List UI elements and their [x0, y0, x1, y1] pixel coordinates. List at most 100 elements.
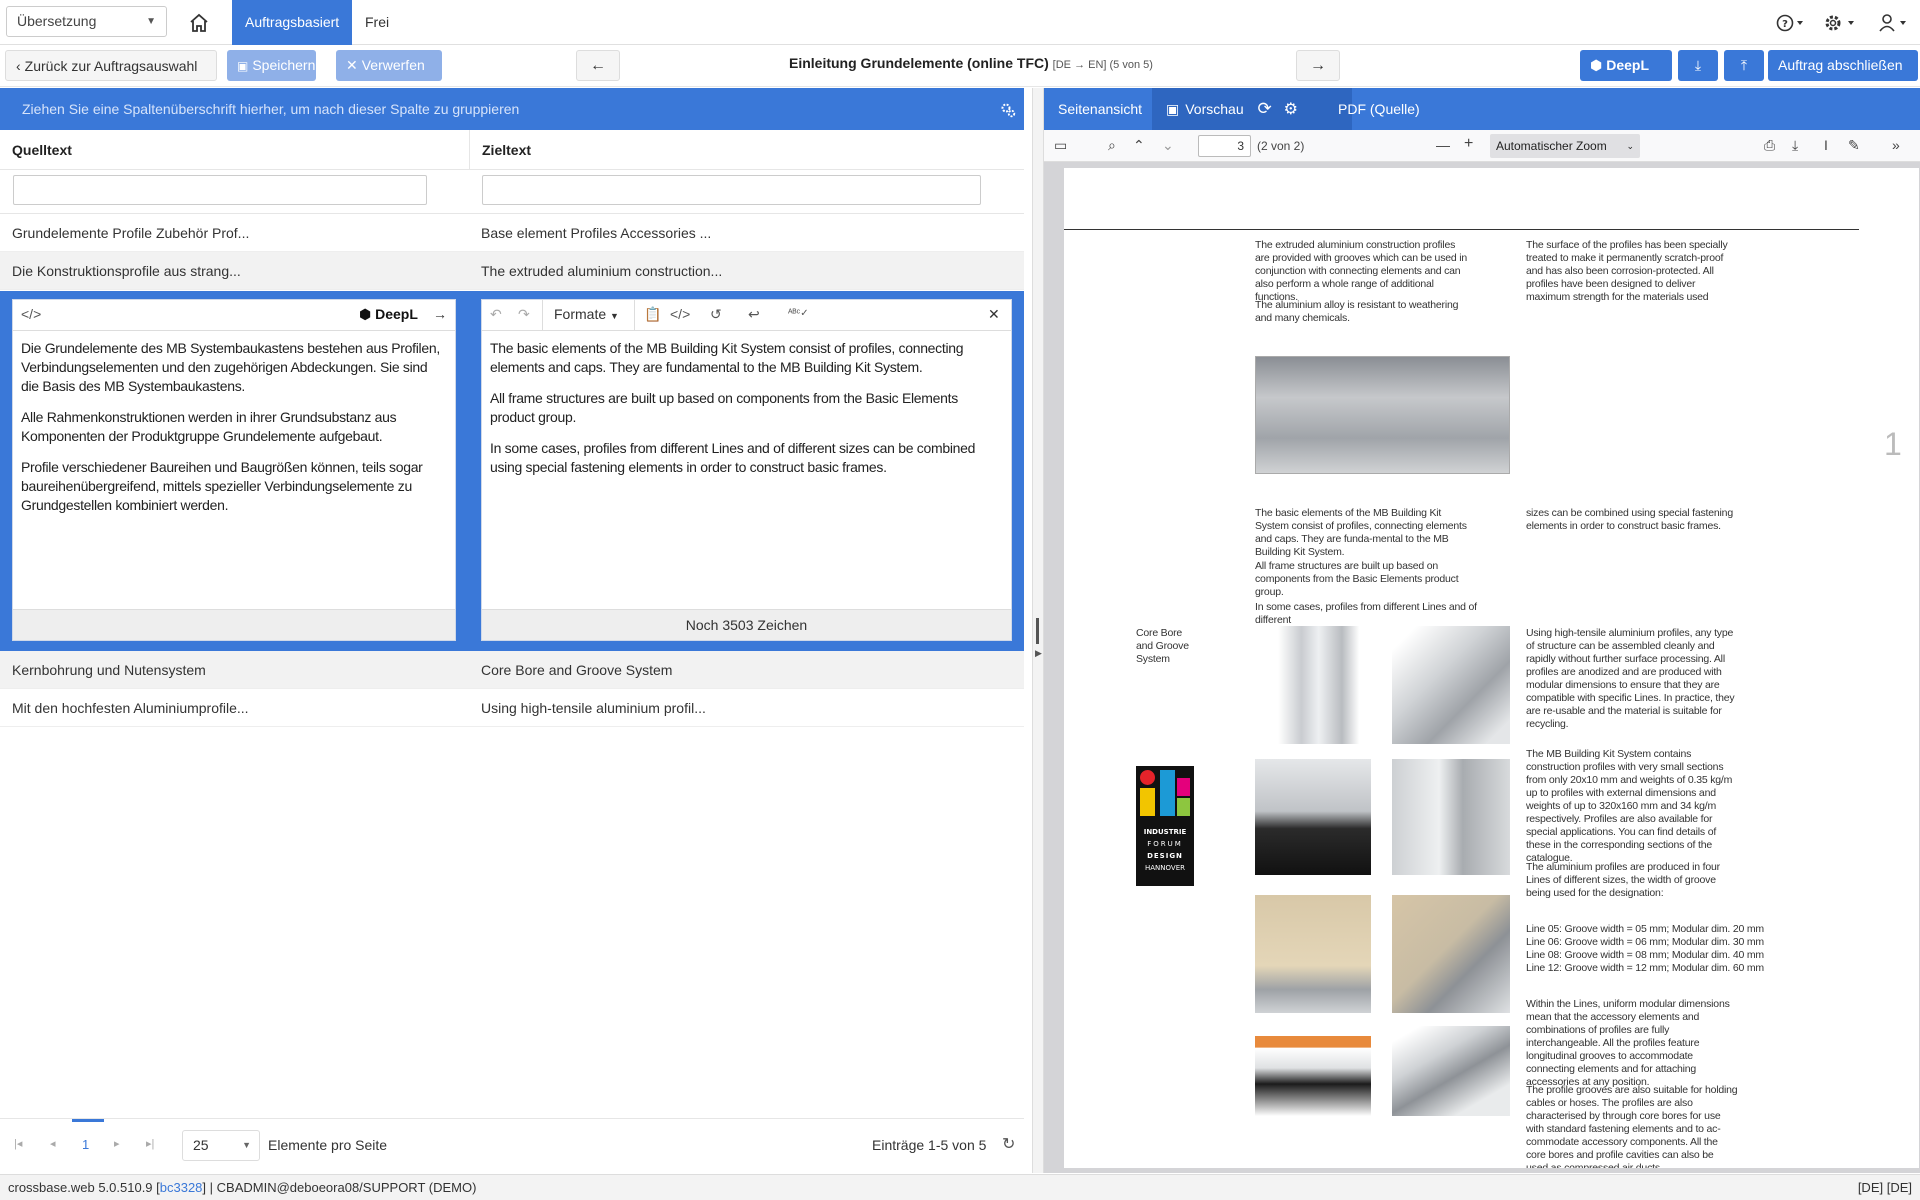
- profile-connector-photo: [1392, 626, 1510, 744]
- gear-icon[interactable]: ⚙: [1284, 101, 1298, 118]
- next-page-icon[interactable]: ▸: [114, 1137, 120, 1150]
- tab-preview[interactable]: ▣ Vorschau ⟳ ⚙: [1152, 88, 1352, 130]
- machine-frame-photo: [1255, 356, 1510, 474]
- pdf-text: In some cases, profiles from different L…: [1255, 601, 1477, 626]
- undo-icon[interactable]: ↶: [490, 306, 502, 323]
- save-button[interactable]: ▣ Speichern: [227, 50, 316, 81]
- search-icon[interactable]: ⌕: [1108, 137, 1116, 154]
- mode-select[interactable]: Übersetzung ▼: [6, 6, 167, 37]
- code-tags-icon[interactable]: </>: [670, 306, 690, 322]
- close-icon[interactable]: ✕: [988, 306, 1000, 323]
- source-cell: Kernbohrung und Nutensystem: [12, 662, 206, 678]
- discard-button[interactable]: ✕ Verwerfen: [336, 50, 442, 81]
- tab-pdf-source[interactable]: PDF (Quelle): [1324, 88, 1434, 130]
- deepl-button-label: DeepL: [1606, 57, 1650, 73]
- close-icon: ✕: [346, 57, 358, 73]
- tab-auftragsbasiert[interactable]: Auftragsbasiert: [232, 0, 353, 45]
- remaining-chars: Noch 3503 Zeichen: [482, 609, 1011, 640]
- pdf-text: The surface of the profiles has been spe…: [1526, 239, 1728, 303]
- source-filter-input[interactable]: [13, 175, 427, 205]
- pdf-text: The aluminium alloy is resistant to weat…: [1255, 299, 1459, 324]
- download-button[interactable]: ⤓: [1678, 50, 1718, 81]
- refresh-icon[interactable]: ⟳: [1258, 99, 1272, 118]
- table-row[interactable]: Die Konstruktionsprofile aus strang... T…: [0, 252, 1024, 290]
- build-link[interactable]: bc3328: [160, 1180, 203, 1195]
- reset-icon[interactable]: ↺: [710, 306, 722, 323]
- column-header-source[interactable]: Quelltext: [0, 130, 470, 170]
- splitter-handle[interactable]: [1036, 618, 1039, 644]
- page-title: Einleitung Grundelemente (online TFC) [D…: [789, 55, 1153, 71]
- target-paragraph: The basic elements of the MB Building Ki…: [490, 340, 964, 375]
- logo-blue-bar: [1160, 770, 1175, 816]
- entries-count: Einträge 1-5 von 5: [872, 1137, 987, 1153]
- deepl-source-button[interactable]: ⬢ DeepL: [359, 306, 418, 323]
- target-text[interactable]: The basic elements of the MB Building Ki…: [490, 339, 1003, 489]
- mode-select-value: Übersetzung: [17, 13, 97, 29]
- prev-page-icon[interactable]: ◂: [50, 1137, 56, 1150]
- pen-icon[interactable]: ✎: [1848, 137, 1860, 154]
- reply-icon[interactable]: ↩: [748, 306, 760, 323]
- paste-icon[interactable]: 📋: [644, 306, 661, 323]
- panel-splitter[interactable]: ▶: [1032, 88, 1044, 1173]
- deepl-button[interactable]: ⬢ DeepL: [1580, 50, 1672, 81]
- pdf-viewport[interactable]: The extruded aluminium construction prof…: [1044, 162, 1920, 1173]
- prev-arrow-button[interactable]: ←: [576, 50, 620, 81]
- table-row[interactable]: Grundelemente Profile Zubehör Prof... Ba…: [0, 214, 1024, 252]
- arrow-right-icon[interactable]: →: [433, 306, 447, 322]
- help-icon[interactable]: ?: [1776, 12, 1806, 34]
- upload-button[interactable]: ⤒: [1724, 50, 1764, 81]
- tab-frei[interactable]: Frei: [352, 0, 402, 45]
- table-row[interactable]: Kernbohrung und Nutensystem Core Bore an…: [0, 651, 1024, 689]
- target-paragraph: In some cases, profiles from different L…: [490, 440, 976, 475]
- chevron-down-icon: ⌄: [1626, 141, 1634, 151]
- edit-row: </> ⬢ DeepL → Die Grundelemente des MB S…: [0, 291, 1024, 651]
- finish-job-button[interactable]: Auftrag abschließen: [1768, 50, 1918, 81]
- tab-page-view[interactable]: Seitenansicht: [1044, 88, 1156, 130]
- zoom-out-icon[interactable]: —: [1436, 137, 1450, 153]
- print-icon[interactable]: ⎙: [1764, 137, 1775, 154]
- user-icon[interactable]: [1878, 12, 1912, 34]
- zoom-in-icon[interactable]: +: [1464, 135, 1473, 153]
- spellcheck-icon[interactable]: ᴬᴮᶜ✓: [788, 308, 809, 319]
- source-cell: Grundelemente Profile Zubehör Prof...: [12, 225, 250, 241]
- double-chevron-right-icon[interactable]: »: [1892, 137, 1900, 153]
- table-row[interactable]: Mit den hochfesten Aluminiumprofile... U…: [0, 689, 1024, 727]
- first-page-icon[interactable]: |◂: [14, 1137, 22, 1150]
- current-page[interactable]: 1: [82, 1137, 89, 1152]
- chevron-up-icon[interactable]: ⌃: [1133, 137, 1145, 154]
- gear-icon[interactable]: [1823, 12, 1857, 34]
- group-panel[interactable]: Ziehen Sie eine Spaltenüberschrift hierh…: [0, 88, 1024, 130]
- caret-right-icon[interactable]: ▶: [1035, 648, 1042, 659]
- redo-icon[interactable]: ↷: [518, 306, 530, 323]
- groove-line: Line 08: Groove width = 08 mm; Modular d…: [1526, 949, 1764, 961]
- back-button[interactable]: ‹ Zurück zur Auftragsauswahl: [5, 50, 217, 81]
- page-size-value: 25: [193, 1137, 209, 1153]
- refresh-icon[interactable]: ↻: [1002, 1134, 1015, 1154]
- column-header-target[interactable]: Zieltext: [470, 130, 1024, 170]
- tab-preview-label: Vorschau: [1185, 101, 1244, 117]
- code-tags-icon[interactable]: </>: [21, 306, 41, 322]
- deepl-logo-icon: ⬢: [1590, 57, 1603, 73]
- next-arrow-button[interactable]: →: [1296, 50, 1340, 81]
- target-filter-input[interactable]: [482, 175, 981, 205]
- deepl-source-label: DeepL: [375, 306, 418, 322]
- download-icon[interactable]: ⤓: [1792, 137, 1798, 154]
- last-page-icon[interactable]: ▸|: [146, 1137, 154, 1150]
- if-design-logo: INDUSTRIE FORUM DESIGN HANNOVER: [1136, 766, 1194, 886]
- caret-down-icon: ▼: [242, 1140, 251, 1150]
- page-number-input[interactable]: 3: [1198, 135, 1251, 157]
- action-bar: ‹ Zurück zur Auftragsauswahl ▣ Speichern ✕…: [0, 46, 1920, 87]
- pdf-page: The extruded aluminium construction prof…: [1064, 168, 1919, 1168]
- pager: |◂ ◂ 1 ▸ ▸| 25 ▼ Elemente pro Seite Eint…: [0, 1118, 1024, 1173]
- text-cursor-icon[interactable]: I: [1824, 137, 1828, 153]
- sidebar-toggle-icon[interactable]: ▭: [1054, 137, 1067, 154]
- home-icon[interactable]: [188, 12, 218, 34]
- current-page-indicator: [72, 1119, 104, 1122]
- chevron-down-icon[interactable]: ⌄: [1162, 137, 1174, 154]
- page-size-select[interactable]: 25 ▼: [182, 1130, 260, 1161]
- source-cell: Die Konstruktionsprofile aus strang...: [12, 263, 241, 279]
- formats-dropdown[interactable]: Formate ▼: [554, 306, 619, 322]
- grid-settings-icon[interactable]: [1000, 88, 1016, 130]
- discard-button-label: Verwerfen: [361, 57, 425, 73]
- zoom-select[interactable]: Automatischer Zoom ⌄: [1490, 134, 1640, 158]
